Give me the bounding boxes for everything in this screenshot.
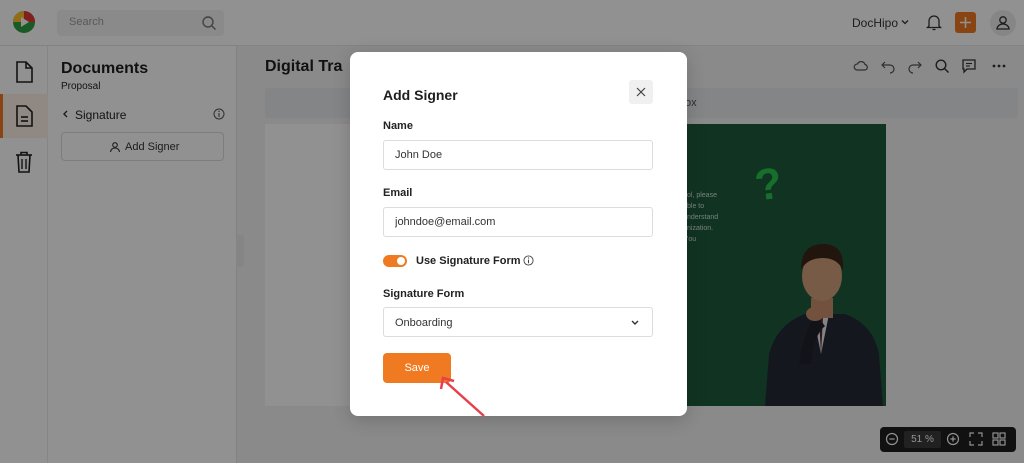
add-signer-modal: Add Signer Name Email Use Signature Form… [350,52,687,416]
selected-option: Onboarding [395,317,453,329]
info-icon[interactable] [523,255,534,266]
close-icon [636,87,646,97]
modal-title: Add Signer [383,87,458,103]
save-button[interactable]: Save [383,353,451,383]
name-label: Name [383,120,413,132]
signature-form-select[interactable]: Onboarding [383,307,653,337]
name-field[interactable] [383,140,653,170]
toggle-label: Use Signature Form [416,255,521,267]
chevron-down-icon [631,320,639,325]
signature-form-label: Signature Form [383,288,465,300]
signature-form-toggle[interactable] [383,255,407,267]
close-button[interactable] [629,80,653,104]
email-field[interactable] [383,207,653,237]
email-label: Email [383,187,413,199]
